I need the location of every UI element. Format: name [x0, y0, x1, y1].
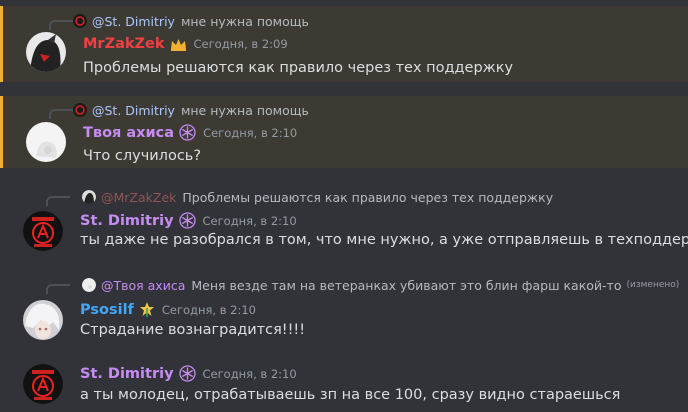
avatar[interactable]: [26, 32, 66, 72]
reply-text: Меня везде там на ветеранках убивают это…: [191, 277, 622, 293]
avatar[interactable]: [23, 211, 63, 251]
author-name[interactable]: MrZakZek: [83, 36, 165, 52]
reply-text: Проблемы решаются как правило через тех …: [182, 189, 554, 205]
timestamp: Сегодня, в 2:10: [161, 302, 256, 317]
author-name[interactable]: St. Dimitriy: [80, 366, 174, 382]
message-item[interactable]: @St. Dimitriy мне нужна помощь MrZakZek …: [0, 6, 688, 82]
reply-connector: [49, 109, 73, 119]
crown-icon: [170, 38, 187, 51]
reply-connector: [46, 196, 70, 206]
snowflake-badge-icon: [178, 365, 196, 382]
reply-text: мне нужна помощь: [180, 102, 309, 118]
reply-connector: [49, 20, 73, 30]
timestamp: Сегодня, в 2:10: [202, 213, 297, 228]
reply-avatar-icon: [82, 278, 96, 292]
author-name[interactable]: Твоя ахиса: [83, 125, 174, 141]
reply-author[interactable]: @MrZakZek: [101, 190, 176, 205]
reply-author[interactable]: @St. Dimitriy: [92, 14, 175, 29]
timestamp: Сегодня, в 2:09: [193, 37, 288, 51]
avatar[interactable]: [26, 122, 66, 162]
reply-text: мне нужна помощь: [180, 13, 309, 29]
message-item[interactable]: @Твоя ахиса Меня везде там на ветеранках…: [0, 272, 688, 352]
reply-avatar-icon: [73, 14, 87, 28]
message-text: Страдание вознаградится!!!!: [80, 322, 306, 338]
reply-preview[interactable]: @St. Dimitriy мне нужна помощь: [73, 100, 309, 120]
snowflake-badge-icon: [178, 212, 196, 229]
snowflake-badge-icon: [179, 124, 196, 141]
reply-preview[interactable]: @St. Dimitriy мне нужна помощь: [73, 11, 309, 31]
message-item[interactable]: @MrZakZek Проблемы решаются как правило …: [0, 184, 688, 264]
edited-label: (изменено): [626, 280, 680, 290]
reply-connector: [46, 284, 70, 294]
reply-preview[interactable]: @MrZakZek Проблемы решаются как правило …: [82, 187, 553, 207]
message-text: Проблемы решаются как правило через тех …: [83, 60, 514, 76]
timestamp: Сегодня, в 2:10: [203, 125, 298, 140]
message-item[interactable]: St. Dimitriy Сегодня, в 2:10 а ты молоде…: [0, 356, 688, 412]
message-text: а ты молодец, отрабатываешь зп на все 10…: [80, 387, 621, 403]
author-name[interactable]: Psosilf: [80, 302, 134, 318]
reply-preview[interactable]: @Твоя ахиса Меня везде там на ветеранках…: [82, 275, 679, 295]
author-name[interactable]: St. Dimitriy: [80, 213, 174, 229]
timestamp: Сегодня, в 2:10: [202, 366, 297, 381]
message-text: ты даже не разобрался в том, что мне нуж…: [80, 232, 688, 248]
avatar[interactable]: [23, 300, 63, 340]
reply-avatar-icon: [82, 190, 96, 204]
reply-author[interactable]: @St. Dimitriy: [92, 103, 175, 118]
message-item[interactable]: @St. Dimitriy мне нужна помощь Твоя ахис…: [0, 96, 688, 168]
leaf-badge-icon: [139, 301, 155, 318]
reply-author[interactable]: @Твоя ахиса: [101, 278, 185, 293]
reply-avatar-icon: [73, 103, 87, 117]
avatar[interactable]: [23, 364, 63, 404]
message-text: Что случилось?: [83, 148, 202, 164]
